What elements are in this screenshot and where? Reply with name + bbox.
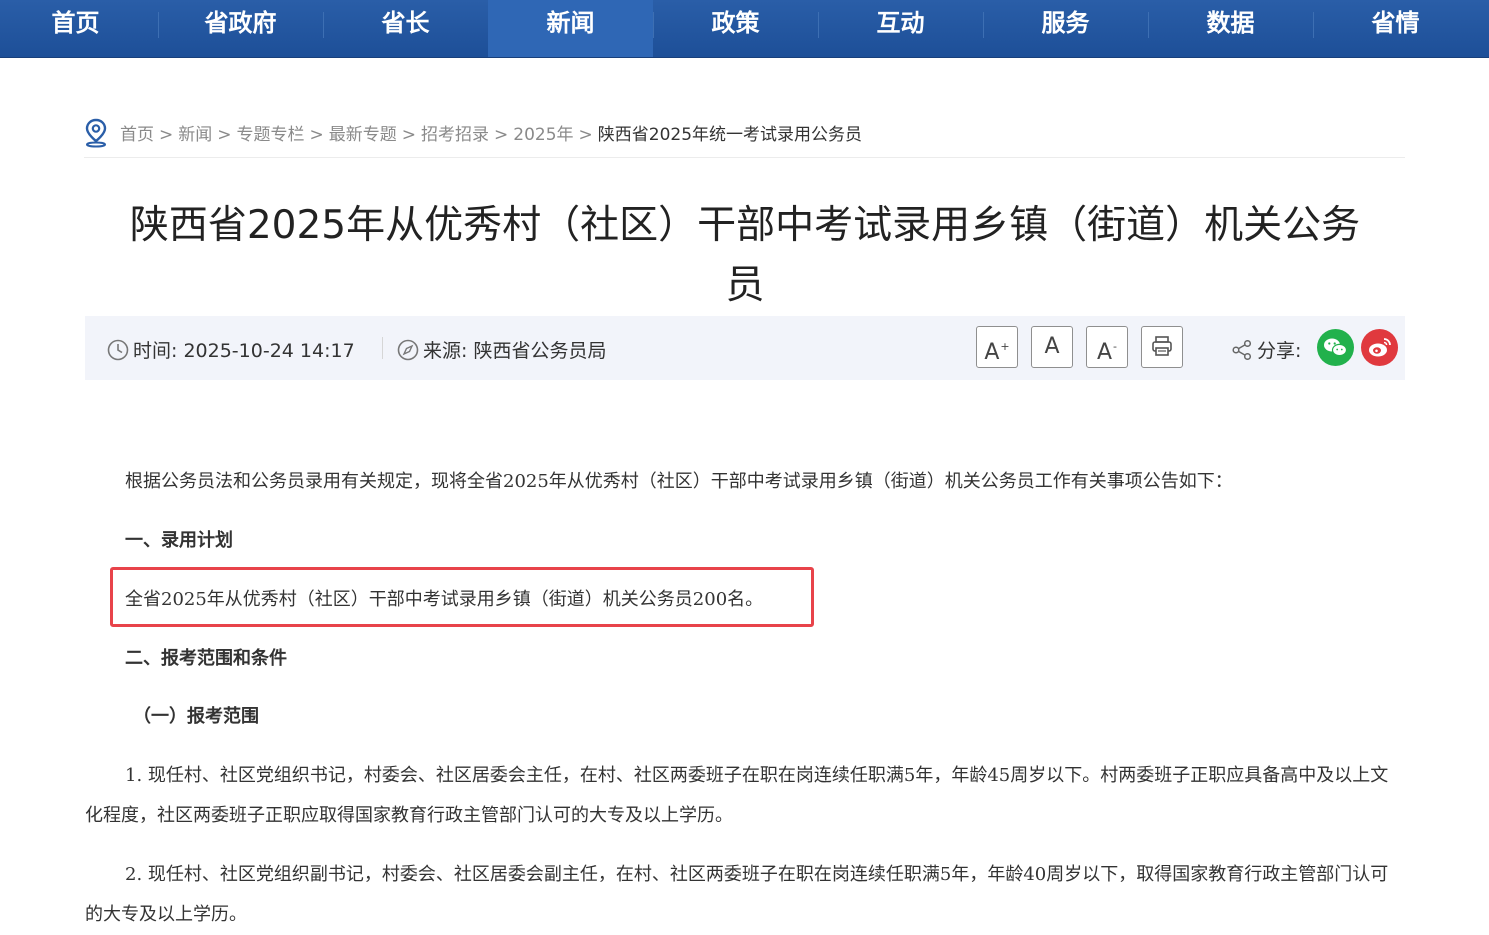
breadcrumb-link-special-topics[interactable]: 专题专栏 <box>237 125 305 145</box>
share-label: 分享: <box>1257 340 1302 362</box>
meta-divider <box>382 337 383 359</box>
font-normal-button[interactable]: A <box>1031 326 1073 368</box>
breadcrumb-separator: > <box>494 125 509 145</box>
font-smaller-button[interactable]: A- <box>1086 326 1128 368</box>
font-larger-button[interactable]: A+ <box>976 326 1018 368</box>
breadcrumb-link-home[interactable]: 首页 <box>120 125 154 145</box>
publish-time: 时间: 2025-10-24 14:17 <box>107 336 355 363</box>
breadcrumb-separator: > <box>159 125 174 145</box>
source-value: 陕西省公务员局 <box>473 340 607 362</box>
weibo-icon <box>1369 338 1391 357</box>
breadcrumb-link-recruitment[interactable]: 招考招录 <box>421 125 489 145</box>
nav-item-policy[interactable]: 政策 <box>653 0 818 57</box>
breadcrumb-link-2025[interactable]: 2025年 <box>513 125 573 145</box>
scope-item-2: 2. 现任村、社区党组织副书记，村委会、社区居委会副主任，在村、社区两委班子在职… <box>85 864 1389 925</box>
breadcrumb-link-latest-topics[interactable]: 最新专题 <box>329 125 397 145</box>
nav-item-services[interactable]: 服务 <box>983 0 1148 57</box>
highlight-box <box>110 567 814 627</box>
scope-item-1: 1. 现任村、社区党组织书记，村委会、社区居委会主任，在村、社区两委班子在职在岗… <box>85 765 1389 826</box>
publish-source: 来源: 陕西省公务员局 <box>397 336 606 363</box>
breadcrumb-link-news[interactable]: 新闻 <box>178 125 212 145</box>
breadcrumb-separator: > <box>309 125 324 145</box>
weibo-share-button[interactable] <box>1361 329 1398 366</box>
section-heading-scope: 二、报考范围和条件 <box>125 648 287 669</box>
article-meta-bar: 时间: 2025-10-24 14:17 来源: 陕西省公务员局 A+ A A-… <box>85 316 1405 380</box>
nav-item-data[interactable]: 数据 <box>1148 0 1313 57</box>
breadcrumb-separator: > <box>217 125 232 145</box>
share-area: 分享: <box>1231 336 1301 363</box>
source-label: 来源: <box>423 340 468 362</box>
wechat-share-button[interactable] <box>1317 329 1354 366</box>
nav-item-governor[interactable]: 省长 <box>323 0 488 57</box>
font-larger-label: A <box>984 340 1000 365</box>
breadcrumb: 首页 > 新闻 > 专题专栏 > 最新专题 > 招考招录 >2025年 > 陕西省2025年统一考试录… <box>84 117 1405 158</box>
top-navigation: 首页 省政府 省长 新闻 政策 互动 服务 数据 省情 <box>0 0 1489 58</box>
location-pin-icon <box>85 118 107 148</box>
nav-item-province-info[interactable]: 省情 <box>1313 0 1478 57</box>
subsection-heading-scope: （一）报考范围 <box>133 706 259 727</box>
wechat-icon <box>1324 338 1348 357</box>
font-normal-label: A <box>1044 334 1060 359</box>
nav-item-news[interactable]: 新闻 <box>488 0 653 57</box>
share-icon <box>1232 339 1252 361</box>
print-button[interactable] <box>1141 326 1183 368</box>
nav-item-home[interactable]: 首页 <box>0 0 158 57</box>
plus-icon: + <box>1000 340 1010 353</box>
section-heading-plan: 一、录用计划 <box>125 530 233 551</box>
printer-icon <box>1152 336 1172 356</box>
page-title-line1: 陕西省2025年从优秀村（社区）干部中考试录用乡镇（街道）机关公务员 <box>129 203 1361 308</box>
compass-icon <box>397 339 419 361</box>
nav-item-interaction[interactable]: 互动 <box>818 0 983 57</box>
breadcrumb-trail: 首页 > 新闻 > 专题专栏 > 最新专题 > 招考招录 >2025年 > 陕西省2025年统一考试录… <box>120 120 862 145</box>
time-value: 2025-10-24 14:17 <box>183 340 355 362</box>
time-label: 时间: <box>133 340 178 362</box>
font-smaller-label: A <box>1096 340 1113 365</box>
minus-icon: - <box>1113 340 1118 353</box>
nav-item-government[interactable]: 省政府 <box>158 0 323 57</box>
clock-icon <box>107 339 129 361</box>
breadcrumb-separator: > <box>578 125 593 145</box>
intro-paragraph: 根据公务员法和公务员录用有关规定，现将全省2025年从优秀村（社区）干部中考试录… <box>125 471 1233 492</box>
breadcrumb-separator: > <box>401 125 416 145</box>
breadcrumb-current[interactable]: 陕西省2025年统一考试录用公务员 <box>598 125 862 145</box>
